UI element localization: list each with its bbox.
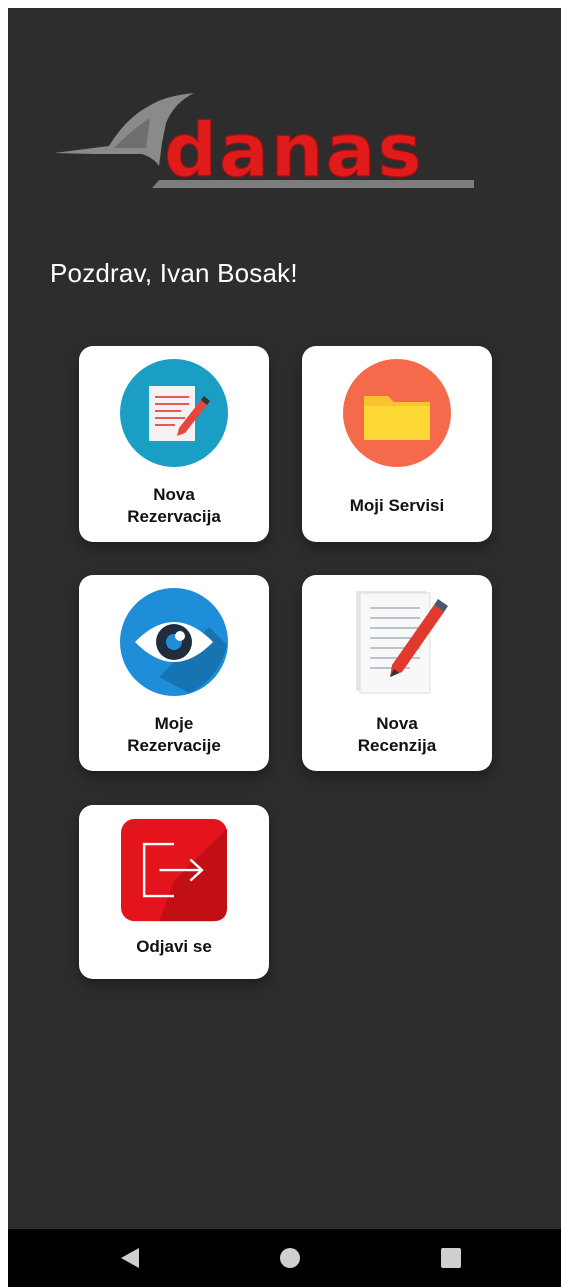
document-pen-icon [120,359,228,467]
tile-label: Moje Rezervacije [127,714,221,755]
tile-label: Nova Recenzija [357,714,437,755]
tile-moji-servisi[interactable]: Moji Servisi [302,346,492,542]
svg-text:danas: danas [164,108,424,194]
tile-odjavi-se[interactable]: Odjavi se [79,805,269,979]
folder-icon [343,359,451,467]
home-circle-icon[interactable] [275,1243,305,1273]
tile-nova-rezervacija[interactable]: Nova Rezervacija [79,346,269,542]
system-nav-bar [8,1229,561,1287]
review-pen-icon [356,591,448,694]
danas-logo: danas [54,93,474,195]
tile-label: Moji Servisi [349,496,445,515]
tile-nova-recenzija[interactable]: Nova Recenzija [302,575,492,771]
tile-label: Nova Rezervacija [127,485,221,526]
recent-square-icon[interactable] [436,1243,466,1273]
greeting-text: Pozdrav, Ivan Bosak! [50,258,298,288]
logout-icon [121,819,227,922]
back-triangle-icon[interactable] [115,1243,145,1273]
app-screen: danas Pozdrav, Ivan Bosak! Nova Rezervac… [8,8,561,1287]
tile-label: Odjavi se [136,937,212,956]
tile-moje-rezervacije[interactable]: Moje Rezervacije [79,575,269,771]
eye-icon [120,588,228,696]
